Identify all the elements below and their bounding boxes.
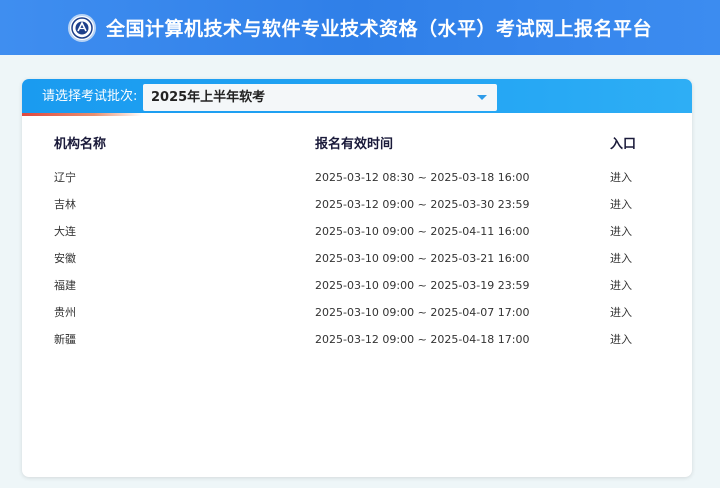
table-row: 辽宁 2025-03-12 08:30 ~ 2025-03-18 16:00 进…: [22, 171, 692, 198]
org-name: 贵州: [54, 306, 76, 319]
table-row: 大连 2025-03-10 09:00 ~ 2025-04-11 16:00 进…: [22, 225, 692, 252]
org-name: 大连: [54, 225, 76, 238]
column-header-time: 报名有效时间: [315, 137, 394, 152]
table-row: 安徽 2025-03-10 09:00 ~ 2025-03-21 16:00 进…: [22, 252, 692, 279]
column-header-org: 机构名称: [54, 137, 107, 152]
caret-down-icon[interactable]: [477, 95, 487, 100]
enter-link[interactable]: 进入: [610, 225, 632, 239]
batch-selector-label: 请选择考试批次:: [42, 89, 138, 104]
registration-panel: 请选择考试批次: 2025年上半年软考 机构名称 报名有效时间 入口 辽宁 20…: [22, 79, 692, 477]
org-name: 新疆: [54, 333, 76, 346]
table-row: 贵州 2025-03-10 09:00 ~ 2025-04-07 17:00 进…: [22, 306, 692, 333]
org-name: 福建: [54, 279, 76, 292]
org-name: 辽宁: [54, 171, 76, 184]
org-name: 安徽: [54, 252, 76, 265]
batch-selector-bar: 请选择考试批次: 2025年上半年软考: [22, 79, 692, 113]
registration-time: 2025-03-12 09:00 ~ 2025-04-18 17:00: [315, 333, 530, 346]
org-name: 吉林: [54, 198, 76, 211]
registration-time: 2025-03-10 09:00 ~ 2025-04-07 17:00: [315, 306, 530, 319]
site-header: 全国计算机技术与软件专业技术资格（水平）考试网上报名平台: [0, 0, 720, 55]
registration-time: 2025-03-12 08:30 ~ 2025-03-18 16:00: [315, 171, 530, 184]
registration-time: 2025-03-10 09:00 ~ 2025-03-21 16:00: [315, 252, 530, 265]
batch-select[interactable]: 2025年上半年软考: [143, 84, 497, 111]
table-row: 新疆 2025-03-12 09:00 ~ 2025-04-18 17:00 进…: [22, 333, 692, 360]
registration-time: 2025-03-12 09:00 ~ 2025-03-30 23:59: [315, 198, 530, 211]
batch-select-value: 2025年上半年软考: [151, 90, 266, 105]
enter-link[interactable]: 进入: [610, 333, 632, 347]
enter-link[interactable]: 进入: [610, 306, 632, 320]
enter-link[interactable]: 进入: [610, 252, 632, 266]
enter-link[interactable]: 进入: [610, 279, 632, 293]
registration-time: 2025-03-10 09:00 ~ 2025-04-11 16:00: [315, 225, 530, 238]
table-row: 福建 2025-03-10 09:00 ~ 2025-03-19 23:59 进…: [22, 279, 692, 306]
enter-link[interactable]: 进入: [610, 171, 632, 185]
registration-time: 2025-03-10 09:00 ~ 2025-03-19 23:59: [315, 279, 530, 292]
site-title: 全国计算机技术与软件专业技术资格（水平）考试网上报名平台: [105, 18, 652, 40]
logo-emblem-icon: [67, 13, 96, 42]
enter-link[interactable]: 进入: [610, 198, 632, 212]
accent-underline: [22, 113, 142, 116]
column-header-entry: 入口: [610, 137, 637, 152]
table-row: 吉林 2025-03-12 09:00 ~ 2025-03-30 23:59 进…: [22, 198, 692, 225]
